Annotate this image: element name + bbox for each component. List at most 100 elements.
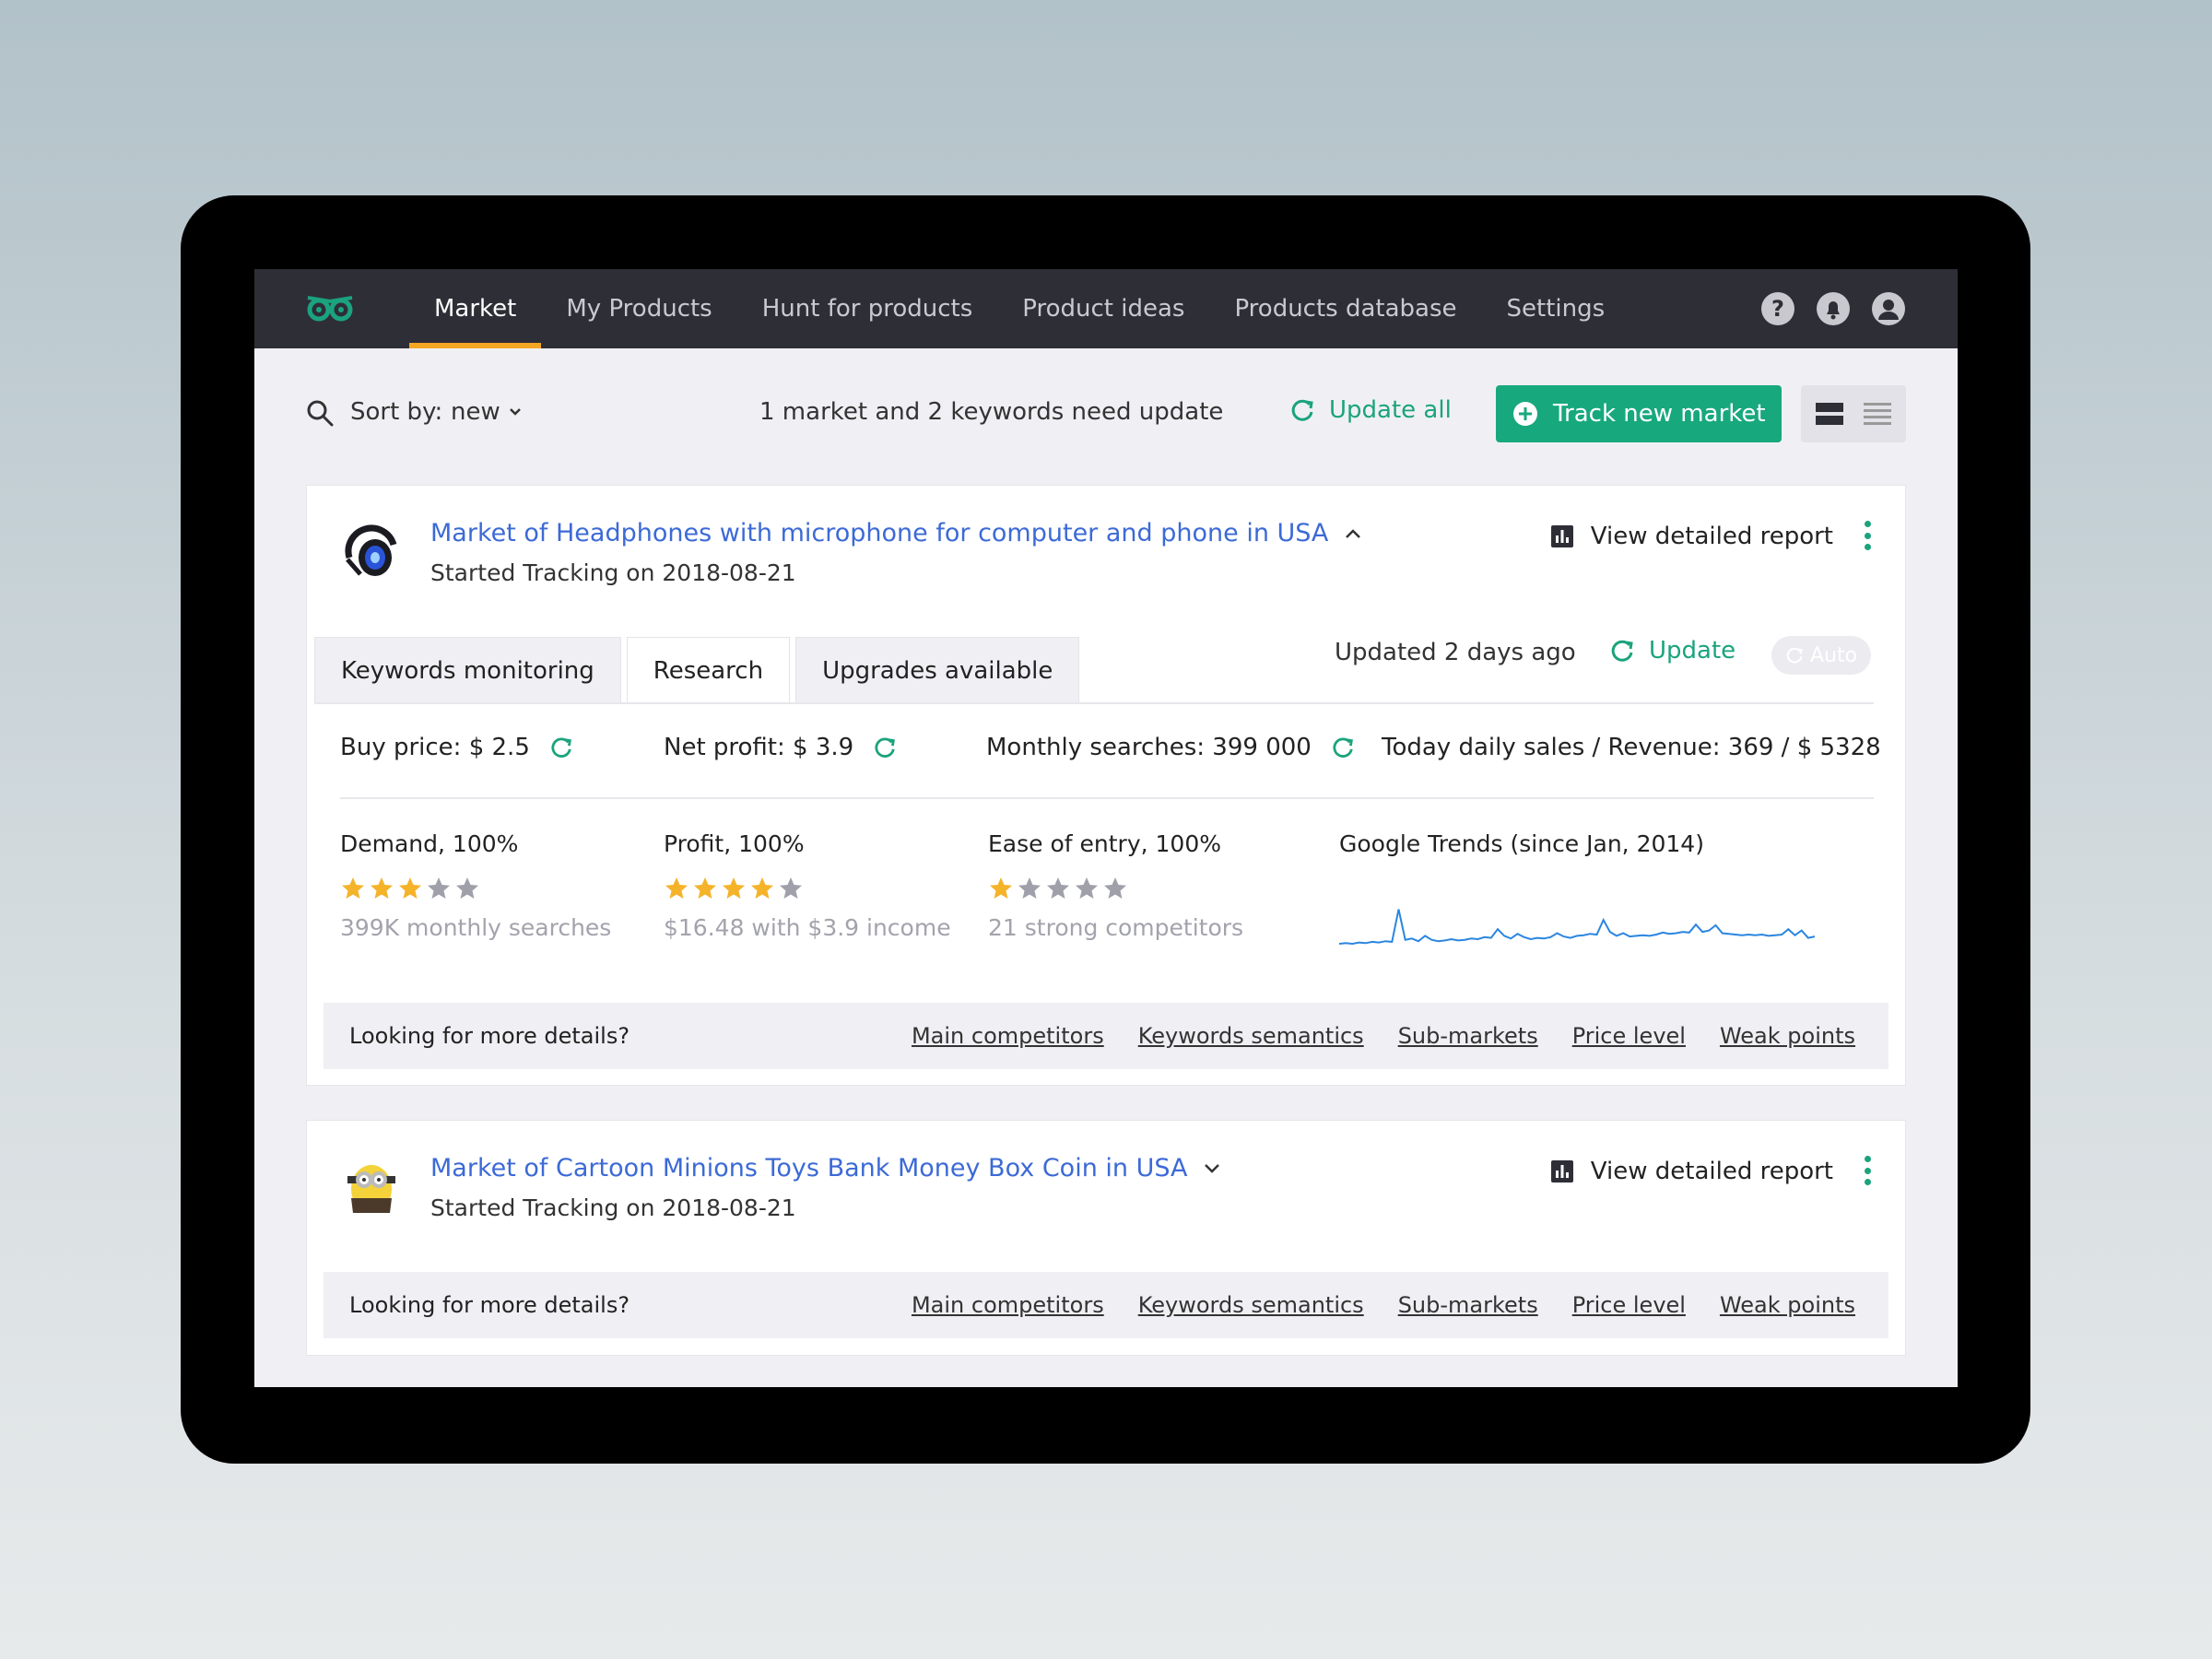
star-empty-icon xyxy=(428,877,450,899)
refresh-icon[interactable] xyxy=(872,735,898,760)
chevron-down-icon[interactable] xyxy=(1204,1163,1220,1174)
bell-icon[interactable] xyxy=(1816,291,1851,326)
star-filled-icon xyxy=(342,877,364,899)
demand-note: 399K monthly searches xyxy=(340,914,612,941)
refresh-icon xyxy=(1786,647,1803,664)
details-question: Looking for more details? xyxy=(349,1023,630,1049)
market-title: Market of Cartoon Minions Toys Bank Mone… xyxy=(430,1154,1188,1182)
star-empty-icon xyxy=(780,877,802,899)
search-icon[interactable] xyxy=(306,399,334,427)
star-filled-icon xyxy=(399,877,421,899)
daily-sales-metric: Today daily sales / Revenue: 369 / $ 532… xyxy=(1382,734,1881,761)
nav-my-products[interactable]: My Products xyxy=(541,269,736,348)
nav-hunt-for-products[interactable]: Hunt for products xyxy=(737,269,998,348)
auto-toggle[interactable]: Auto xyxy=(1771,636,1871,675)
market-card: Market of Headphones with microphone for… xyxy=(306,485,1906,1086)
demand-score: Demand, 100% 399K monthly searches xyxy=(340,830,611,941)
view-detailed-report-label: View detailed report xyxy=(1590,523,1833,550)
market-card: Market of Cartoon Minions Toys Bank Mone… xyxy=(306,1120,1906,1356)
nav-market[interactable]: Market xyxy=(409,269,542,348)
profit-note: $16.48 with $3.9 income xyxy=(664,914,951,941)
profit-score: Profit, 100% $16.48 with $3.9 income xyxy=(664,830,951,941)
refresh-icon[interactable] xyxy=(548,735,574,760)
update-label: Update xyxy=(1649,637,1736,665)
plus-circle-icon xyxy=(1513,402,1537,426)
help-icon[interactable]: ? xyxy=(1760,291,1795,326)
bar-chart-icon xyxy=(1550,525,1573,547)
net-profit-text: Net profit: $ 3.9 xyxy=(664,734,854,761)
chevron-down-icon[interactable] xyxy=(509,407,522,417)
sort-dropdown[interactable]: new xyxy=(451,398,500,426)
nav-settings[interactable]: Settings xyxy=(1482,269,1630,348)
device-frame: Market My Products Hunt for products Pro… xyxy=(181,195,2030,1464)
update-button[interactable]: Update xyxy=(1608,637,1735,665)
weak-points-link[interactable]: Weak points xyxy=(1720,1023,1855,1049)
ease-of-entry-label: Ease of entry, 100% xyxy=(988,830,1221,857)
started-tracking: Started Tracking on 2018-08-21 xyxy=(430,559,796,586)
tab-upgrades-available[interactable]: Upgrades available xyxy=(795,637,1080,703)
view-detailed-report-button[interactable]: View detailed report xyxy=(1550,1158,1833,1185)
metrics-divider xyxy=(340,797,1874,799)
list-view-icon[interactable] xyxy=(1864,401,1891,427)
star-empty-icon xyxy=(456,877,478,899)
app-screen: Market My Products Hunt for products Pro… xyxy=(254,269,1958,1387)
star-filled-icon xyxy=(371,877,393,899)
details-bar: Looking for more details? Main competito… xyxy=(324,1272,1888,1338)
auto-label: Auto xyxy=(1810,643,1858,667)
details-question: Looking for more details? xyxy=(349,1292,630,1318)
started-tracking: Started Tracking on 2018-08-21 xyxy=(430,1194,796,1221)
updated-status: Updated 2 days ago xyxy=(1335,639,1576,666)
user-icon[interactable] xyxy=(1871,291,1906,326)
card-view-icon[interactable] xyxy=(1816,401,1843,427)
update-all-button[interactable]: Update all xyxy=(1288,396,1452,424)
top-nav: Market My Products Hunt for products Pro… xyxy=(254,269,1958,348)
market-title-link[interactable]: Market of Cartoon Minions Toys Bank Mone… xyxy=(430,1154,1220,1182)
chevron-up-icon[interactable] xyxy=(1345,528,1361,539)
buy-price-metric: Buy price: $ 2.5 xyxy=(340,734,574,761)
main-competitors-link[interactable]: Main competitors xyxy=(912,1023,1104,1049)
keywords-semantics-link[interactable]: Keywords semantics xyxy=(1138,1023,1364,1049)
headphones-product-image xyxy=(345,524,397,576)
keywords-semantics-link[interactable]: Keywords semantics xyxy=(1138,1292,1364,1318)
view-detailed-report-button[interactable]: View detailed report xyxy=(1550,523,1833,550)
monthly-searches-text: Monthly searches: 399 000 xyxy=(986,734,1312,761)
view-detailed-report-label: View detailed report xyxy=(1590,1158,1833,1185)
refresh-icon xyxy=(1291,399,1313,421)
market-title-link[interactable]: Market of Headphones with microphone for… xyxy=(430,519,1361,547)
track-new-market-button[interactable]: Track new market xyxy=(1496,385,1782,442)
google-trends-label: Google Trends (since Jan, 2014) xyxy=(1339,830,1704,857)
sub-markets-link[interactable]: Sub-markets xyxy=(1398,1292,1538,1318)
price-level-link[interactable]: Price level xyxy=(1572,1023,1686,1049)
main-competitors-link[interactable]: Main competitors xyxy=(912,1292,1104,1318)
details-bar: Looking for more details? Main competito… xyxy=(324,1003,1888,1069)
star-empty-icon xyxy=(1076,877,1098,899)
more-options-icon[interactable] xyxy=(1865,1156,1872,1185)
refresh-icon[interactable] xyxy=(1330,735,1356,760)
star-empty-icon xyxy=(1104,877,1126,899)
star-empty-icon xyxy=(1047,877,1069,899)
demand-label: Demand, 100% xyxy=(340,830,519,857)
sub-markets-link[interactable]: Sub-markets xyxy=(1398,1023,1538,1049)
bar-chart-icon xyxy=(1550,1160,1573,1182)
star-filled-icon xyxy=(751,877,773,899)
more-options-icon[interactable] xyxy=(1865,521,1872,550)
star-filled-icon xyxy=(665,877,688,899)
price-level-link[interactable]: Price level xyxy=(1572,1292,1686,1318)
toolbar: Sort by: new 1 market and 2 keywords nee… xyxy=(254,385,1958,442)
buy-price-text: Buy price: $ 2.5 xyxy=(340,734,530,761)
weak-points-link[interactable]: Weak points xyxy=(1720,1292,1855,1318)
update-all-label: Update all xyxy=(1329,396,1452,424)
minion-product-image xyxy=(347,1165,395,1213)
ease-of-entry-score: Ease of entry, 100% 21 strong competitor… xyxy=(988,830,1243,941)
star-filled-icon xyxy=(694,877,716,899)
daily-sales-text: Today daily sales / Revenue: 369 / $ 532… xyxy=(1382,734,1881,761)
nav-products-database[interactable]: Products database xyxy=(1209,269,1481,348)
logo[interactable] xyxy=(254,269,409,348)
ease-of-entry-stars xyxy=(988,876,1243,901)
tab-divider xyxy=(314,702,1874,704)
monthly-searches-metric: Monthly searches: 399 000 xyxy=(986,734,1356,761)
tab-keywords-monitoring[interactable]: Keywords monitoring xyxy=(314,637,621,703)
tab-research[interactable]: Research xyxy=(626,637,791,703)
nav-product-ideas[interactable]: Product ideas xyxy=(997,269,1209,348)
update-status-text: 1 market and 2 keywords need update xyxy=(759,398,1224,426)
